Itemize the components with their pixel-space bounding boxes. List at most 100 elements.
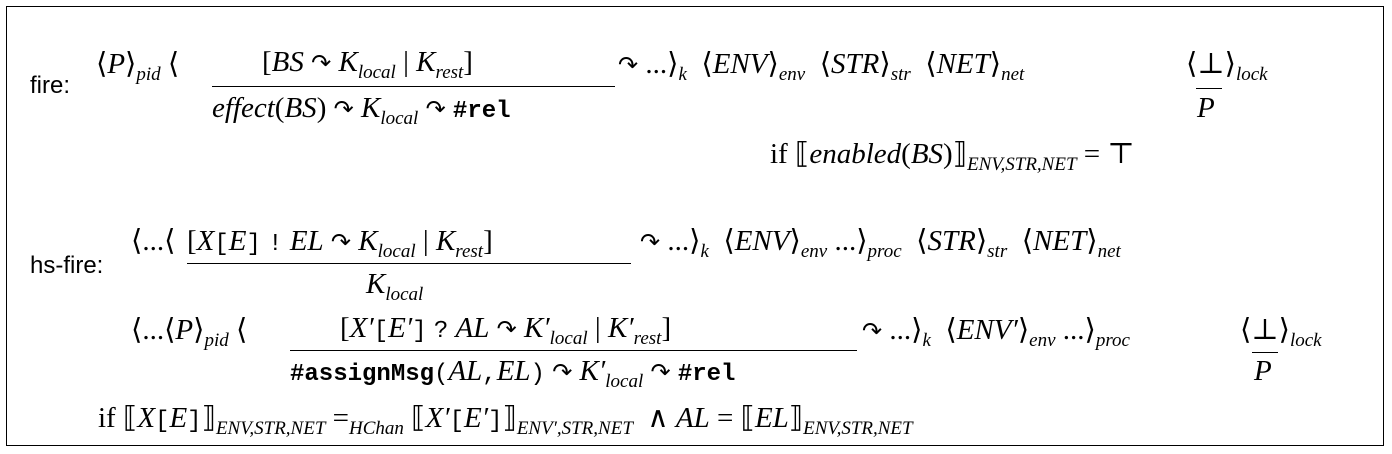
sub-env-str-net: ENV,STR,NET [803,418,913,439]
langle: ⟨ [723,225,735,257]
var-BS: BS [271,46,304,78]
var-K: K [338,46,358,78]
equals: = [716,402,734,434]
rule-label-hs-fire: hs-fire: [30,252,104,279]
hs-tail-1: ↷ ...⟩k ⟨ENV⟩env ...⟩proc ⟨STR⟩str ⟨NET⟩… [640,225,1121,262]
equals: = [332,402,350,434]
fraction-rule [1196,88,1222,89]
var-X: X [196,225,215,257]
rangle: ⟩ [689,225,701,257]
rangle: ⟩ [193,314,205,346]
sub-lock: lock [1289,330,1322,351]
langle: ⟨ [916,225,928,257]
rangle: ⟩ [1278,314,1290,346]
sub-proc: proc [1095,330,1130,351]
bar: | [594,312,601,344]
sub-k: k [678,64,687,85]
rsem: ⟧ [952,138,968,170]
sub-local: local [380,108,419,129]
var-E: E [228,225,247,257]
rbracket: ] [661,312,672,344]
var-BS: BS [910,138,944,170]
langle: ⟨ [1186,48,1198,80]
proc-open: ⟨...⟨ [131,227,175,256]
var-Eprime: E′ [388,312,413,344]
var-EL: EL [289,225,324,257]
rbracket-tt: ] [488,408,503,435]
lock-cell: ⟨⊥⟩lock [1186,48,1268,85]
sub-proc: proc [867,241,902,262]
langle: ⟨ [131,225,143,257]
sub-net: net [1097,241,1121,262]
var-AL: AL [675,402,710,434]
sub-k: k [922,330,931,351]
lbracket: [ [340,312,350,344]
hs-tail-2: ↷ ...⟩k ⟨ENV′⟩env ...⟩proc [862,314,1130,351]
langle: ⟨ [96,48,108,80]
rbracket: ] [463,46,473,78]
proc-open-2: ⟨...⟨P⟩pid ⟨ [131,314,248,351]
rsem: ⟧ [788,402,804,434]
hs-denominator-2: #assignMsg(AL,EL) ↷ K′local ↷ #rel [290,355,736,392]
ellipsis: ... [645,48,668,80]
lbracket-tt: [ [155,408,170,435]
kw-if: if [98,402,116,434]
hs-numerator-2: [X′[E′] ? AL ↷ K′local | K′rest] [340,312,672,349]
var-Kprime: K′ [607,312,634,344]
bottom: ⊥ [1251,314,1279,346]
kseq-arrow: ↷ [618,51,639,79]
fraction-rule [212,86,615,87]
sub-env: env [800,241,828,262]
lbracket: [ [262,46,272,78]
sub-k: k [700,241,709,262]
kw-send: ! [268,231,283,258]
langle: ⟨ [819,48,832,80]
sub-env: env [1029,330,1056,351]
equals: = [1083,138,1101,170]
rangle: ⟩ [1086,225,1098,257]
k-cell-open: ⟨ [235,314,248,346]
kw-rel: #rel [452,98,511,125]
var-Xprime: X′ [425,402,450,434]
kseq-arrow: ↷ [650,358,671,386]
kseq-arrow: ↷ [425,95,446,123]
sub-lock: lock [1235,64,1268,85]
hs-denominator-1: Klocal [366,270,423,305]
sub-env: env [778,64,806,85]
var-STR: STR [927,225,976,257]
kseq-arrow: ↷ [311,49,332,77]
sub-env-str-net: ENV,STR,NET [967,154,1077,175]
lsem: ⟦ [794,138,810,170]
sub-rest: rest [455,241,484,262]
lsem: ⟦ [740,402,755,434]
sub-local: local [549,328,588,349]
rangle: ⟩ [1224,48,1236,80]
lbracket: [ [187,225,197,257]
langle: ⟨ [945,314,957,346]
sub-str: str [987,241,1008,262]
sub-rest: rest [633,328,662,349]
sub-envprime-str-net: ENV′,STR,NET [516,418,633,439]
rbracket-tt: ] [246,231,261,258]
var-AL: AL [448,355,483,387]
var-BS: BS [284,92,317,124]
sub-local: local [357,62,396,83]
fire-numerator: [BS ↷ Klocal | Krest] [262,46,473,83]
rangle: ⟩ [911,314,923,346]
sub-rest: rest [435,62,464,83]
rbracket-tt: ] [412,318,427,345]
fn-enabled: enabled [809,138,902,170]
ellipsis: ... [142,225,165,257]
rsem: ⟧ [201,402,216,434]
side-condition-fire: if ⟦enabled(BS)⟧ENV,STR,NET = ⊤ [770,138,1135,175]
sub-pid: pid [204,330,229,351]
rule-label-fire: fire: [30,72,71,99]
rangle: ⟩ [789,225,801,257]
var-K: K [416,46,436,78]
rangle: ⟩ [667,48,679,80]
lsem: ⟦ [122,402,138,434]
lbracket-tt: [ [214,231,229,258]
ellipsis: ... [1062,314,1085,346]
ellipsis: ... [889,314,912,346]
langle: ⟨ [701,48,713,80]
